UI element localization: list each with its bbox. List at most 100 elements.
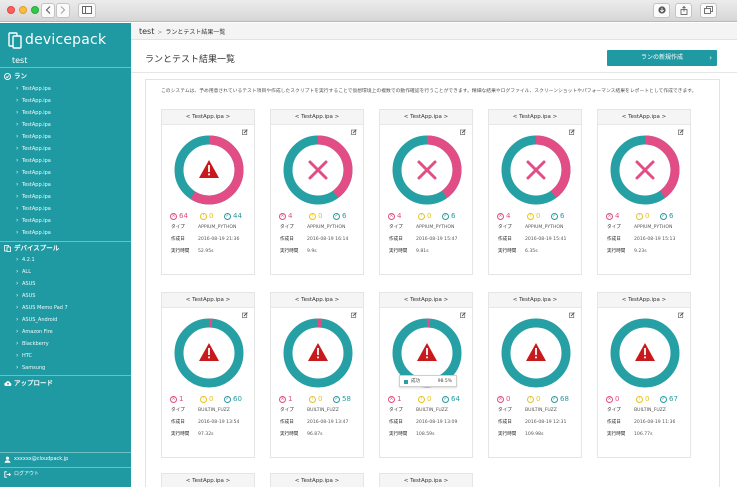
- sidebar-item-device-pool[interactable]: 4.2.1: [0, 254, 131, 266]
- run-card-title[interactable]: < TestApp.ipa >: [271, 293, 363, 308]
- passed-count: ✓ 6: [442, 212, 455, 220]
- run-card[interactable]: < TestApp.ipa > × 4! 0 ✓ 6 タイプ APPIUM_PYTHON 作成日…: [597, 109, 691, 275]
- sidebar-item-run[interactable]: TestApp.ipa: [0, 83, 131, 95]
- devices-icon: [4, 245, 11, 252]
- run-card-title[interactable]: < TestApp.ipa >: [161, 473, 255, 487]
- run-type-row: タイプ BUILTIN_FUZZ: [280, 408, 360, 414]
- new-run-label: ランの新規作成: [640, 54, 683, 61]
- logout-link[interactable]: ログアウト: [0, 468, 131, 481]
- run-card-title[interactable]: < TestApp.ipa >: [380, 110, 472, 125]
- run-card[interactable]: < TestApp.ipa > × 1! 0 ✓ 58 タイプ BUILTIN_FUZZ 作成日…: [270, 292, 364, 458]
- run-card-title[interactable]: < TestApp.ipa >: [489, 293, 581, 308]
- minimize-window-icon[interactable]: [19, 6, 27, 14]
- run-card-title[interactable]: < TestApp.ipa >: [598, 110, 690, 125]
- run-card[interactable]: < TestApp.ipa > × 4! 0 ✓ 6 タイプ APPIUM_PYTHON 作成日…: [270, 109, 364, 275]
- sidebar-item-run[interactable]: TestApp.ipa: [0, 119, 131, 131]
- user-email: xxxxxx@cloudpack.jp: [14, 456, 69, 462]
- share-button[interactable]: [675, 3, 692, 18]
- chart-tooltip: 成功 98.5%: [399, 375, 457, 387]
- sidebar-item-run[interactable]: TestApp.ipa: [0, 107, 131, 119]
- sidebar-item-device-pool[interactable]: Samsung: [0, 362, 131, 374]
- sidebar-item-run[interactable]: TestApp.ipa: [0, 227, 131, 239]
- passed-count-value: 6: [342, 212, 347, 220]
- zoom-window-icon[interactable]: [31, 6, 39, 14]
- sidebar-item-device-pool[interactable]: ASUS Memo Pad 7: [0, 302, 131, 314]
- error-count-value: 0: [506, 395, 511, 403]
- run-type-label: タイプ: [498, 408, 512, 413]
- error-count: × 4: [279, 212, 292, 220]
- sidebar-item-run[interactable]: TestApp.ipa: [0, 179, 131, 191]
- run-duration-value: 108.59s: [416, 432, 435, 437]
- tabs-overview-button[interactable]: [700, 3, 717, 18]
- user-account[interactable]: xxxxxx@cloudpack.jp: [0, 453, 131, 466]
- run-card[interactable]: < TestApp.ipa > × 4! 0 ✓ 6 タイプ APPIUM_PYTHON 作成日…: [488, 109, 582, 275]
- passed-count: ✓ 68: [551, 395, 569, 403]
- upload-section-header[interactable]: アップロード: [0, 377, 131, 390]
- sidebar-item-run[interactable]: TestApp.ipa: [0, 215, 131, 227]
- result-donut-chart: [392, 135, 462, 205]
- tabs-icon: [704, 6, 713, 14]
- run-card[interactable]: < TestApp.ipa > × 64! 0 ✓ 44 タイプ APPIUM_PYTHON 作…: [161, 109, 255, 275]
- forward-button[interactable]: [56, 3, 70, 18]
- run-card-title[interactable]: < TestApp.ipa >: [489, 110, 581, 125]
- breadcrumb-project[interactable]: test: [139, 27, 154, 36]
- run-card-title[interactable]: < TestApp.ipa >: [162, 110, 254, 125]
- sidebar-item-run[interactable]: TestApp.ipa: [0, 191, 131, 203]
- new-run-button[interactable]: ランの新規作成 ›: [607, 50, 717, 66]
- alert-icon: !: [309, 395, 316, 403]
- run-card-title[interactable]: < TestApp.ipa >: [271, 110, 363, 125]
- warning-count: ! 0: [309, 212, 322, 220]
- run-card[interactable]: < TestApp.ipa > × 0! 0 ✓ 67 タイプ BUILTIN_FUZZ 作成日…: [597, 292, 691, 458]
- run-card[interactable]: < TestApp.ipa > × 0! 0 ✓ 68 タイプ BUILTIN_FUZZ 作成日…: [488, 292, 582, 458]
- back-button[interactable]: [41, 3, 55, 18]
- project-name[interactable]: test: [0, 53, 131, 68]
- run-card-title[interactable]: < TestApp.ipa >: [270, 473, 364, 487]
- error-count: × 1: [388, 395, 401, 403]
- run-card-title[interactable]: < TestApp.ipa >: [380, 293, 472, 308]
- run-type-row: タイプ BUILTIN_FUZZ: [389, 408, 469, 414]
- result-donut-chart: [610, 318, 680, 388]
- error-count: × 64: [170, 212, 188, 220]
- run-type-row: タイプ APPIUM_PYTHON: [607, 225, 687, 231]
- run-card[interactable]: < TestApp.ipa > 成功 98.5% × 1! 0 ✓ 64 タイプ BUILTIN_…: [379, 292, 473, 458]
- close-window-icon[interactable]: [7, 6, 15, 14]
- sidebar-item-device-pool[interactable]: ALL: [0, 266, 131, 278]
- sidebar-item-device-pool[interactable]: HTC: [0, 350, 131, 362]
- warning-count-value: 0: [427, 212, 432, 220]
- run-card-title[interactable]: < TestApp.ipa >: [379, 473, 473, 487]
- run-created-label: 作成日: [171, 237, 185, 242]
- result-donut-chart: [174, 135, 244, 205]
- result-donut-chart: [501, 135, 571, 205]
- run-duration-value: 6.35s: [525, 249, 538, 254]
- check-icon: ✓: [333, 395, 340, 403]
- passed-count-value: 58: [342, 395, 351, 403]
- sidebar-item-run[interactable]: TestApp.ipa: [0, 155, 131, 167]
- sidebar-item-device-pool[interactable]: Blackberry: [0, 338, 131, 350]
- sidebar-item-device-pool[interactable]: ASUS_Android: [0, 314, 131, 326]
- run-card[interactable]: < TestApp.ipa > × 1! 0 ✓ 60 タイプ BUILTIN_FUZZ 作成日…: [161, 292, 255, 458]
- run-card-title[interactable]: < TestApp.ipa >: [162, 293, 254, 308]
- run-card[interactable]: < TestApp.ipa > × 4! 0 ✓ 6 タイプ APPIUM_PYTHON 作成日…: [379, 109, 473, 275]
- sidebar-item-device-pool[interactable]: Amazon Fire: [0, 326, 131, 338]
- run-created-label: 作成日: [607, 420, 621, 425]
- logo[interactable]: devicepack: [8, 31, 106, 49]
- result-donut-chart: [501, 318, 571, 388]
- sidebar-item-run[interactable]: TestApp.ipa: [0, 131, 131, 143]
- sidebar-item-run[interactable]: TestApp.ipa: [0, 203, 131, 215]
- run-duration-value: 109.98s: [525, 432, 544, 437]
- sidebar-toggle-button[interactable]: [78, 3, 96, 18]
- run-type-label: タイプ: [389, 225, 403, 230]
- run-created-value: 2016-08-19 13:47: [307, 420, 349, 425]
- chevron-left-icon: [45, 6, 51, 14]
- sidebar-divider: [0, 375, 131, 376]
- sidebar-item-run[interactable]: TestApp.ipa: [0, 143, 131, 155]
- sidebar-item-device-pool[interactable]: ASUS: [0, 278, 131, 290]
- sidebar-item-run[interactable]: TestApp.ipa: [0, 95, 131, 107]
- run-card-title[interactable]: < TestApp.ipa >: [598, 293, 690, 308]
- run-type-row: タイプ BUILTIN_FUZZ: [607, 408, 687, 414]
- sidebar-item-device-pool[interactable]: ASUS: [0, 290, 131, 302]
- run-section-header[interactable]: ラン: [0, 70, 131, 83]
- downloads-button[interactable]: [653, 3, 670, 18]
- run-duration-row: 実行時間 97.32s: [171, 432, 251, 438]
- sidebar-item-run[interactable]: TestApp.ipa: [0, 167, 131, 179]
